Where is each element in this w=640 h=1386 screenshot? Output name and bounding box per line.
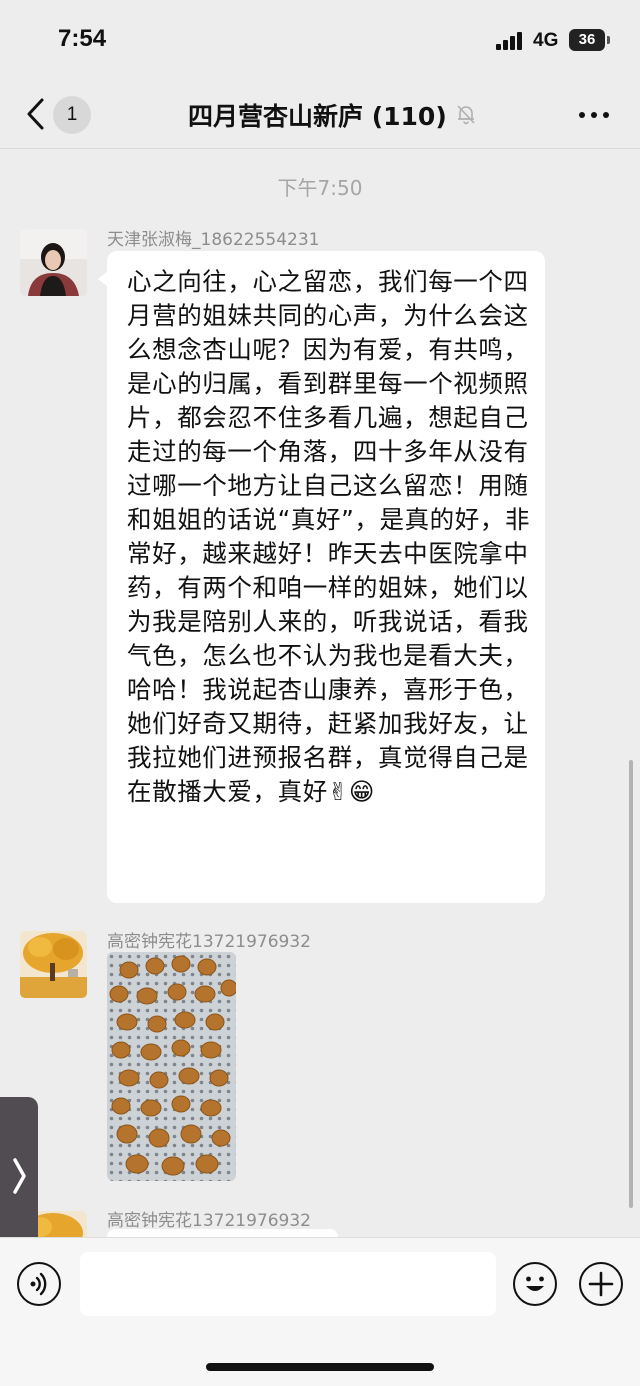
avatar[interactable] (20, 229, 87, 296)
more-dots-icon (579, 112, 609, 118)
sender-name: 高密钟宪花13721976932 (107, 1211, 311, 1231)
plus-icon (588, 1271, 614, 1297)
home-indicator (206, 1363, 434, 1371)
unread-count-badge[interactable]: 1 (53, 96, 91, 134)
voice-button[interactable] (17, 1262, 61, 1306)
chat-title: 四月营杏山新庐 (110) (188, 102, 447, 131)
chevron-right-icon (13, 1158, 26, 1194)
status-time: 7:54 (58, 25, 107, 52)
emoji-icon (526, 1276, 544, 1291)
floating-side-tab[interactable] (0, 1097, 38, 1255)
more-button[interactable] (576, 97, 612, 133)
message-bubble[interactable]: 心之向往，心之留恋，我们每一个四月营的姐妹共同的心声，为什么会这么想念杏山呢？因… (98, 251, 545, 903)
scrollbar[interactable] (629, 760, 633, 1208)
battery-icon: 36 (569, 29, 610, 51)
more-functions-button[interactable] (579, 1262, 623, 1306)
image-message[interactable] (107, 952, 236, 1181)
bell-slash-icon (454, 102, 478, 126)
back-button[interactable] (24, 96, 48, 132)
status-bar: 7:54 4G 36 (0, 0, 640, 80)
sender-name: 天津张淑梅_18622554231 (107, 230, 320, 250)
network-type: 4G (533, 30, 559, 51)
emoji-button[interactable] (513, 1262, 557, 1306)
signal-icon (496, 32, 524, 50)
avatar[interactable] (20, 931, 87, 998)
message-timestamp: 下午7:50 (277, 176, 363, 200)
sender-name: 高密钟宪花13721976932 (107, 932, 311, 952)
voice-icon (30, 1272, 47, 1296)
chat-header: 1 四月营杏山新庐 (110) (0, 82, 640, 149)
chevron-left-icon (27, 98, 44, 130)
message-text: 心之向往，心之留恋，我们每一个四月营的姐妹共同的心声，为什么会这么想念杏山呢？因… (127, 267, 531, 806)
message-input[interactable] (80, 1252, 496, 1316)
